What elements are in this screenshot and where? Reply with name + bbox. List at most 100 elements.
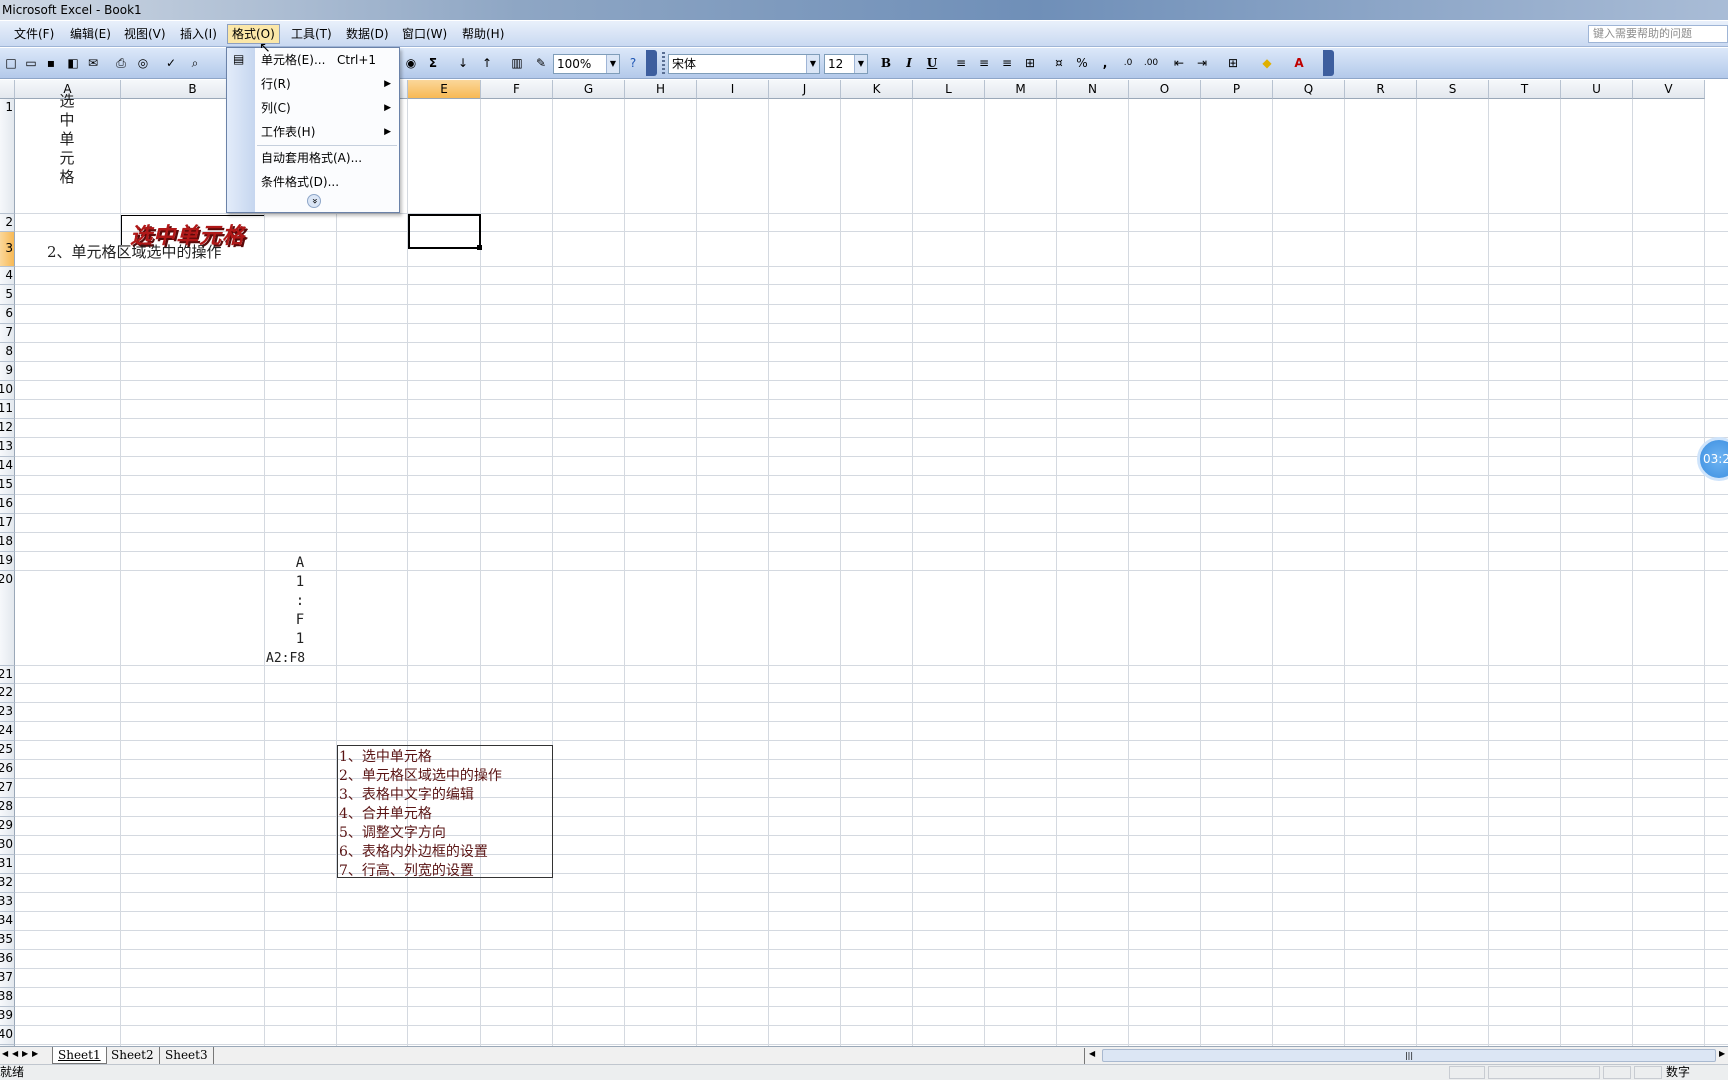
column-header-r[interactable]: R [1345, 80, 1417, 99]
worksheet-grid[interactable]: ABCDEFGHIJKLMNOPQRSTUV 12345678910111213… [0, 80, 1728, 1046]
comma-button[interactable]: , [1096, 54, 1114, 72]
increase-indent-icon[interactable]: ⇥ [1193, 54, 1211, 72]
chevron-down-icon[interactable]: ▼ [606, 55, 619, 73]
row-header-30[interactable]: 30 [0, 836, 15, 855]
sort-descending-icon[interactable]: ↑ [478, 54, 496, 72]
row-header-7[interactable]: 7 [0, 324, 15, 343]
row-header-29[interactable]: 29 [0, 817, 15, 836]
row-header-26[interactable]: 26 [0, 760, 15, 779]
menu-file[interactable]: 文件(F) [10, 25, 58, 43]
row-header-34[interactable]: 34 [0, 912, 15, 931]
column-header-l[interactable]: L [913, 80, 985, 99]
row-header-3[interactable]: 3 [0, 232, 15, 267]
column-header-h[interactable]: H [625, 80, 697, 99]
currency-icon[interactable]: ¤ [1050, 54, 1068, 72]
row-header-36[interactable]: 36 [0, 950, 15, 969]
permission-icon[interactable]: ◧ [64, 54, 82, 72]
row-header-17[interactable]: 17 [0, 514, 15, 533]
hyperlink-icon[interactable]: ◉ [402, 54, 420, 72]
row-header-27[interactable]: 27 [0, 779, 15, 798]
row-header-12[interactable]: 12 [0, 419, 15, 438]
chevron-down-icon[interactable]: ▼ [806, 55, 819, 73]
row-header-31[interactable]: 31 [0, 855, 15, 874]
align-center-icon[interactable]: ≡ [975, 54, 993, 72]
row-header-40[interactable]: 40 [0, 1026, 15, 1045]
spelling-icon[interactable]: ✓ [162, 54, 180, 72]
column-header-i[interactable]: I [697, 80, 769, 99]
underline-button[interactable]: U [923, 54, 941, 72]
row-header-28[interactable]: 28 [0, 798, 15, 817]
column-header-o[interactable]: O [1129, 80, 1201, 99]
scroll-right-icon[interactable]: ▶ [1719, 1049, 1725, 1058]
cell-a1-vertical-text[interactable]: 选 中 单 元 格 [57, 92, 77, 187]
row-header-19[interactable]: 19 [0, 552, 15, 571]
autosum-icon[interactable]: Σ [424, 54, 442, 72]
email-icon[interactable]: ✉ [84, 54, 102, 72]
row-header-32[interactable]: 32 [0, 874, 15, 893]
last-sheet-icon[interactable]: ▶ [32, 1049, 38, 1058]
row-header-11[interactable]: 11 [0, 400, 15, 419]
menu-insert[interactable]: 插入(I) [176, 25, 221, 43]
outline-item[interactable]: 1、选中单元格 [339, 746, 432, 766]
italic-button[interactable]: I [900, 54, 918, 72]
drawing-icon[interactable]: ✎ [532, 54, 550, 72]
column-header-m[interactable]: M [985, 80, 1057, 99]
row-header-13[interactable]: 13 [0, 438, 15, 457]
print-preview-icon[interactable]: ◎ [134, 54, 152, 72]
font-color-icon[interactable]: A [1290, 54, 1308, 72]
scroll-left-icon[interactable]: ◀ [1089, 1049, 1095, 1058]
tab-split-handle[interactable] [1084, 1048, 1085, 1064]
column-header-q[interactable]: Q [1273, 80, 1345, 99]
font-size-select[interactable]: 12 ▼ [824, 54, 868, 74]
menu-edit[interactable]: 编辑(E) [66, 25, 115, 43]
row-header-20[interactable]: 20 [0, 571, 15, 666]
menu-view[interactable]: 视图(V) [120, 25, 170, 43]
row-header-18[interactable]: 18 [0, 533, 15, 552]
menu-item-cells[interactable]: 单元格(E)... Ctrl+1 [255, 49, 399, 71]
row-header-38[interactable]: 38 [0, 988, 15, 1007]
row-header-14[interactable]: 14 [0, 457, 15, 476]
column-header-s[interactable]: S [1417, 80, 1489, 99]
outline-item[interactable]: 5、调整文字方向 [339, 822, 446, 842]
row-header-21[interactable]: 21 [0, 666, 15, 684]
decrease-decimal-icon[interactable]: .00 [1142, 54, 1160, 72]
tab-sheet1[interactable]: Sheet1 [52, 1047, 107, 1064]
row-header-5[interactable]: 5 [0, 285, 15, 305]
font-name-select[interactable]: 宋体 ▼ [668, 54, 820, 74]
new-icon[interactable]: □ [2, 54, 20, 72]
column-header-j[interactable]: J [769, 80, 841, 99]
column-header-v[interactable]: V [1633, 80, 1705, 99]
toolbar-options-icon[interactable] [1323, 50, 1334, 76]
row-header-23[interactable]: 23 [0, 703, 15, 722]
research-icon[interactable]: ⌕ [186, 54, 204, 72]
toolbar-options-icon[interactable] [646, 50, 657, 76]
help-question-input[interactable]: 键入需要帮助的问题 [1588, 25, 1728, 43]
column-header-u[interactable]: U [1561, 80, 1633, 99]
merge-center-icon[interactable]: ⊞ [1021, 54, 1039, 72]
menu-tools[interactable]: 工具(T) [287, 25, 336, 43]
outline-item[interactable]: 2、单元格区域选中的操作 [339, 765, 502, 785]
save-icon[interactable]: ▪ [42, 54, 60, 72]
outline-item[interactable]: 6、表格内外边框的设置 [339, 841, 488, 861]
row-header-10[interactable]: 10 [0, 381, 15, 400]
row-header-39[interactable]: 39 [0, 1007, 15, 1026]
menu-window[interactable]: 窗口(W) [398, 25, 451, 43]
percent-button[interactable]: % [1073, 54, 1091, 72]
menu-item-row[interactable]: 行(R) ▶ [255, 73, 399, 95]
print-icon[interactable]: ⎙ [112, 54, 130, 72]
chart-wizard-icon[interactable]: ▥ [508, 54, 526, 72]
tab-sheet3[interactable]: Sheet3 [160, 1047, 214, 1064]
cell-c20-vertical-text[interactable]: A 1 : F 1 [292, 554, 308, 649]
open-icon[interactable]: ▭ [22, 54, 40, 72]
chevron-down-icon[interactable]: ▼ [854, 55, 867, 73]
column-header-g[interactable]: G [553, 80, 625, 99]
row-header-33[interactable]: 33 [0, 893, 15, 912]
cell-c21-text[interactable]: A2:F8 [266, 651, 305, 666]
column-header-p[interactable]: P [1201, 80, 1273, 99]
align-left-icon[interactable]: ≡ [952, 54, 970, 72]
outline-item[interactable]: 7、行高、列宽的设置 [339, 860, 474, 880]
tab-sheet2[interactable]: Sheet2 [106, 1047, 160, 1064]
active-cell-e3[interactable] [408, 214, 481, 249]
bold-button[interactable]: B [877, 54, 895, 72]
help-icon[interactable]: ? [624, 54, 642, 72]
